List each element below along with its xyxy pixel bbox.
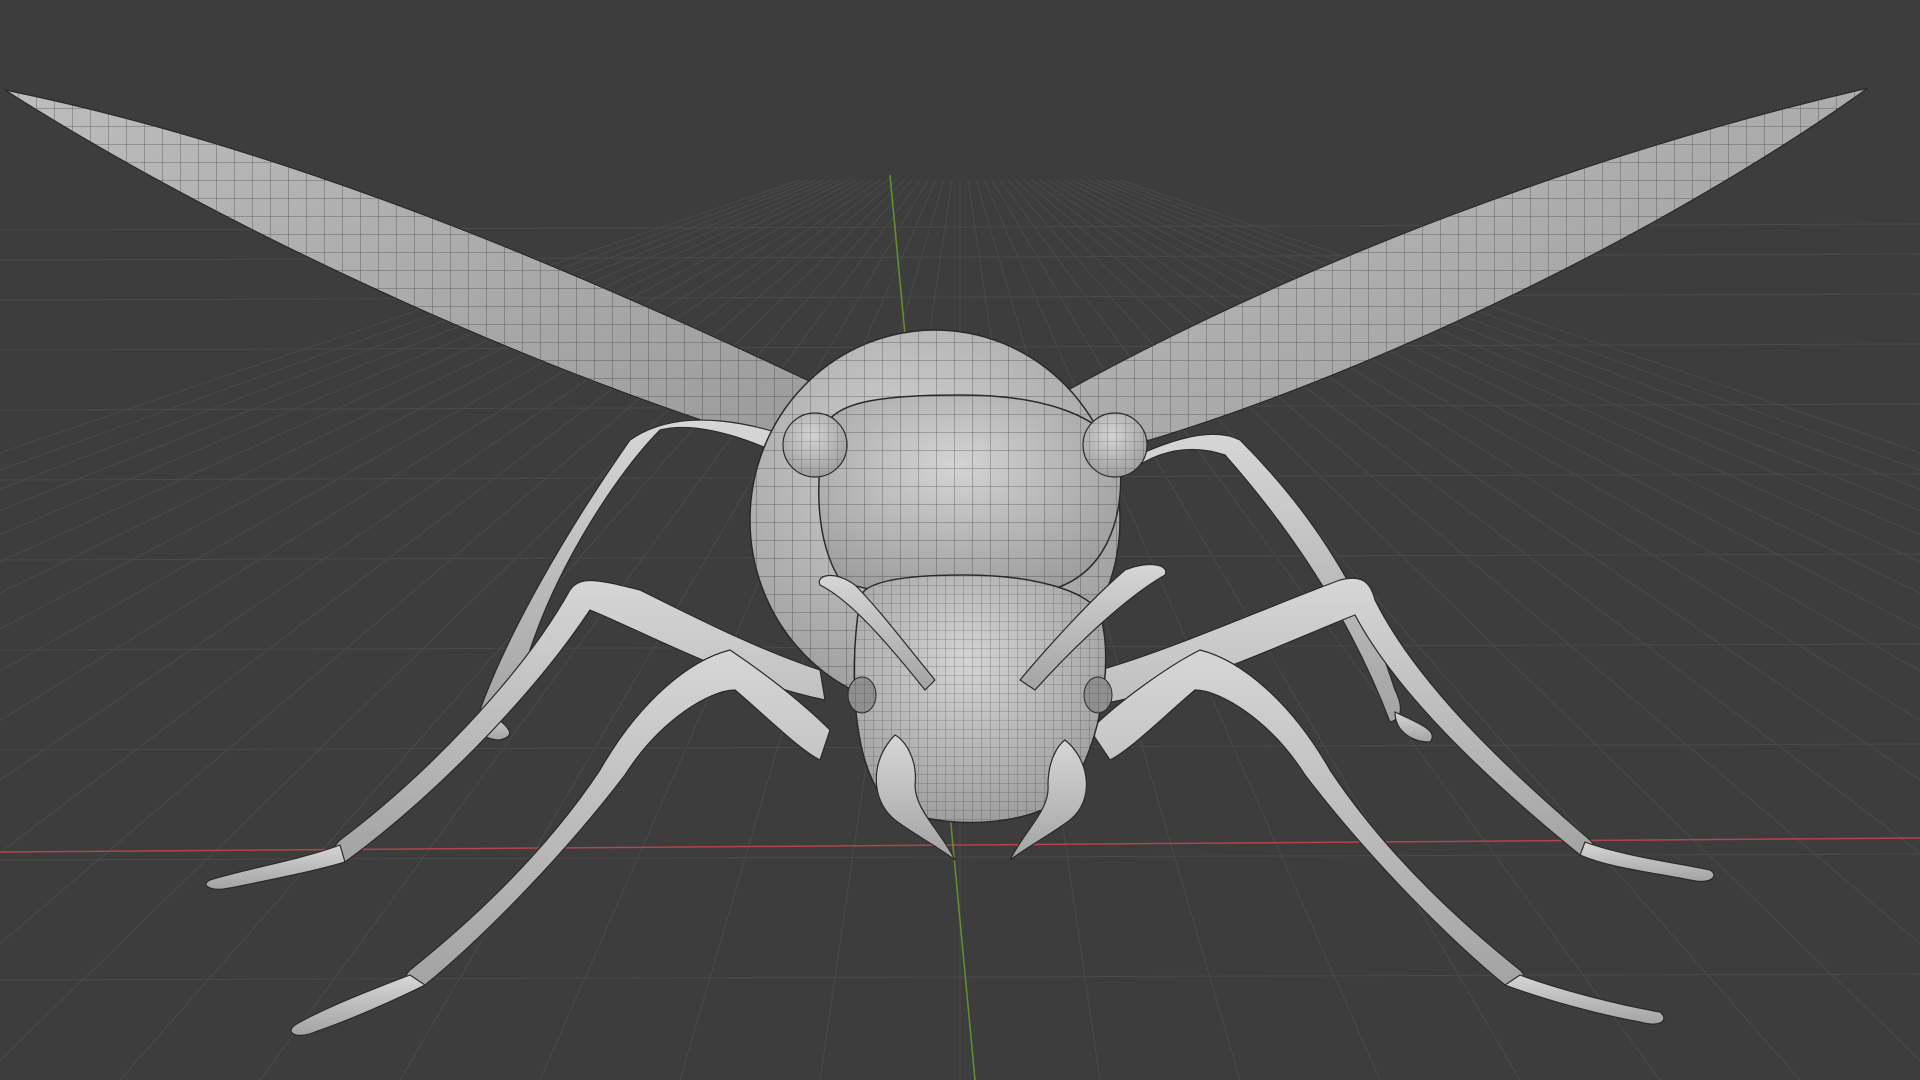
grid-line xyxy=(1063,179,1920,630)
left-wing[interactable] xyxy=(4,89,872,446)
grid-line xyxy=(1079,179,1920,563)
3d-viewport[interactable] xyxy=(0,0,1920,1080)
viewport-canvas[interactable] xyxy=(0,0,1920,1080)
grid-line xyxy=(1071,179,1920,594)
right-eye xyxy=(1083,676,1113,714)
left-shoulder[interactable] xyxy=(782,412,848,478)
grid-line xyxy=(0,179,857,630)
right-shoulder[interactable] xyxy=(1082,412,1148,478)
upper-body[interactable] xyxy=(818,394,1122,598)
right-wing[interactable] xyxy=(1049,87,1869,443)
left-eye xyxy=(847,676,877,714)
